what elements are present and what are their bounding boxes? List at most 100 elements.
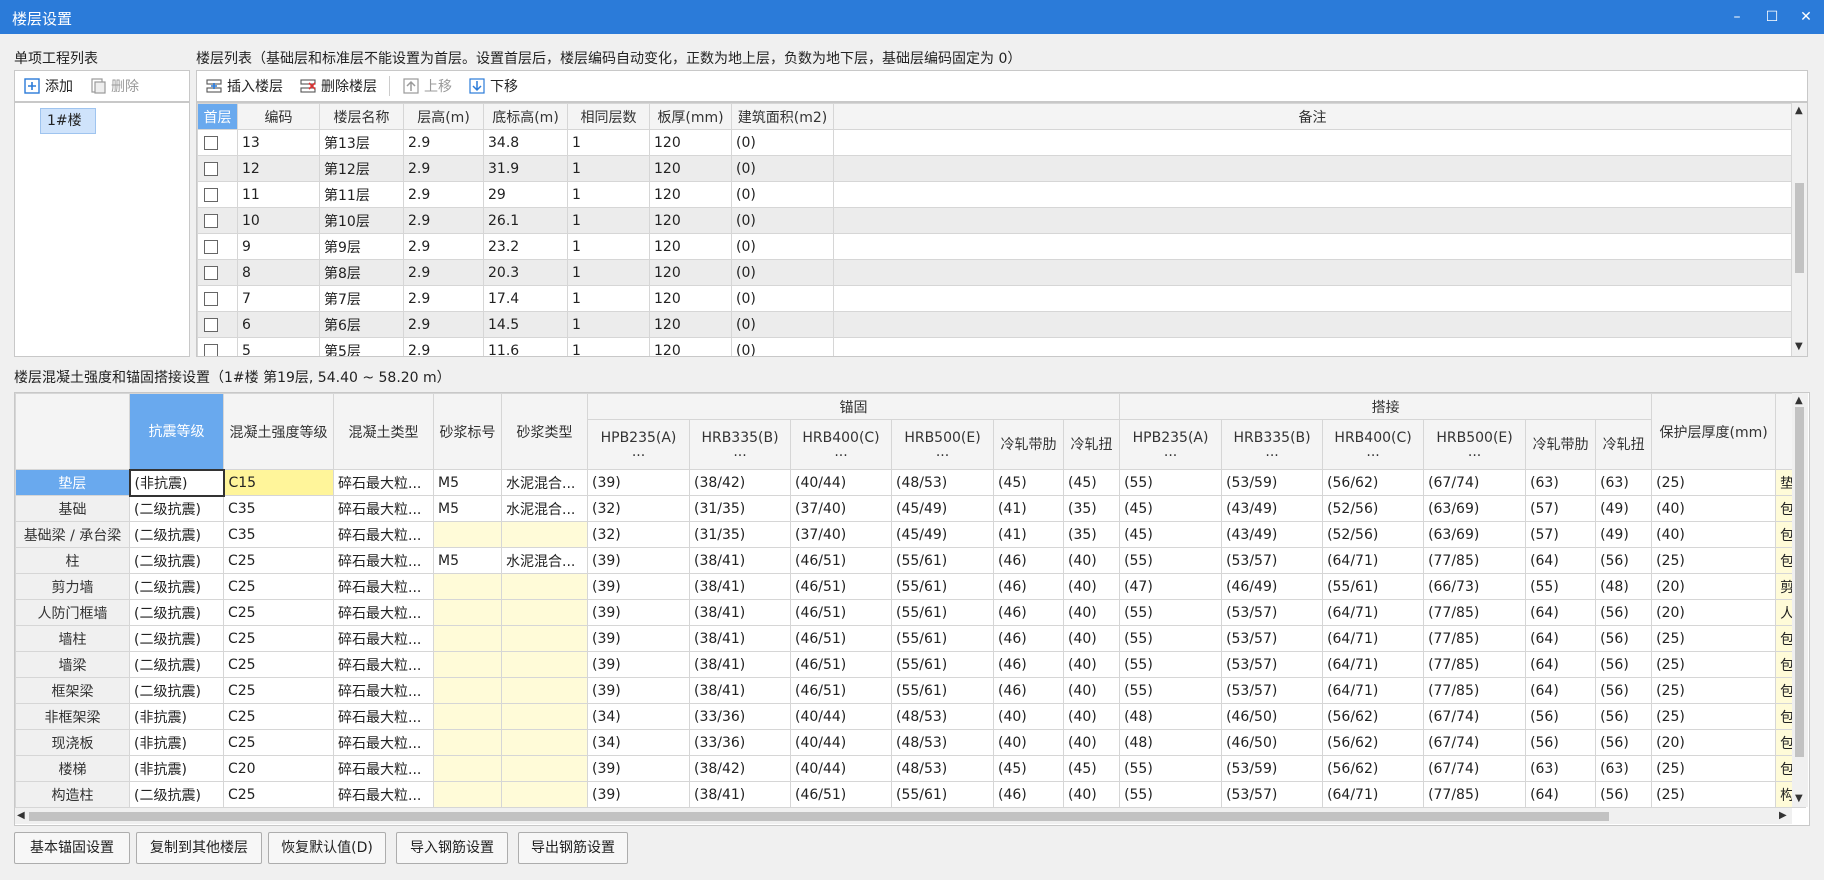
anchor-cell[interactable]: (二级抗震) <box>129 781 224 808</box>
component-name[interactable]: 基础梁 / 承台梁 <box>15 521 130 548</box>
component-name[interactable]: 构造柱 <box>15 781 130 808</box>
anchor-cell[interactable]: (47) <box>1119 573 1223 600</box>
anchor-cell[interactable]: (45) <box>1062 755 1121 782</box>
floor-cell[interactable]: 1 <box>567 259 650 286</box>
anchor-steel-col[interactable]: HRB400(C)... <box>790 419 892 470</box>
first-floor-checkbox-cell[interactable] <box>197 259 238 286</box>
anchor-cell[interactable] <box>501 599 588 626</box>
floor-cell[interactable]: 第6层 <box>319 311 404 338</box>
anchor-cell[interactable]: (55/61) <box>891 651 994 678</box>
anchor-cell[interactable]: C25 <box>223 599 334 626</box>
floor-cell[interactable]: 14.5 <box>483 311 568 338</box>
floor-cell[interactable]: 2.9 <box>403 259 484 286</box>
col-seismic-grade[interactable]: 抗震等级 <box>129 393 224 470</box>
floor-cell[interactable]: 31.9 <box>483 155 568 182</box>
anchor-cell[interactable] <box>501 677 588 704</box>
floor-cell[interactable] <box>833 181 1792 208</box>
anchor-steel-col[interactable]: HPB235(A)... <box>587 419 690 470</box>
anchor-cell[interactable]: (非抗震) <box>128 468 225 497</box>
col-area[interactable]: 建筑面积(m2) <box>731 103 834 130</box>
anchor-cell[interactable] <box>501 625 588 652</box>
anchor-cell[interactable]: C25 <box>223 729 334 756</box>
anchor-cell[interactable]: (45/49) <box>891 495 994 522</box>
anchor-cell[interactable] <box>433 521 502 548</box>
floor-cell[interactable]: 2.9 <box>403 181 484 208</box>
anchor-cell[interactable]: (56) <box>1595 729 1653 756</box>
anchor-cell[interactable]: (56) <box>1595 677 1653 704</box>
anchor-cell[interactable]: (38/41) <box>689 547 791 574</box>
component-name[interactable]: 剪力墙 <box>15 573 130 600</box>
anchor-row[interactable]: 基础梁 / 承台梁 (二级抗震) C35 碎石最大粒... (32) (31/35) (37… <box>15 521 1807 548</box>
anchor-cell[interactable]: (48) <box>1119 729 1223 756</box>
first-floor-checkbox[interactable] <box>204 239 218 254</box>
anchor-cell[interactable]: 碎石最大粒... <box>333 625 434 652</box>
floor-cell[interactable]: 1 <box>567 129 650 156</box>
floor-cell[interactable]: 第9层 <box>319 233 404 260</box>
anchor-cell[interactable]: (46) <box>993 625 1064 652</box>
anchor-cell[interactable]: (38/42) <box>689 469 791 496</box>
anchor-cell[interactable]: (43/49) <box>1221 495 1324 522</box>
anchor-cell[interactable]: (31/35) <box>689 495 791 522</box>
anchor-cell[interactable]: (45) <box>1119 521 1223 548</box>
anchor-cell[interactable]: (25) <box>1651 703 1777 730</box>
delete-project-button[interactable]: 删除 <box>81 73 147 99</box>
anchor-cell[interactable]: C25 <box>223 651 334 678</box>
anchor-cell[interactable]: (38/41) <box>689 599 791 626</box>
first-floor-checkbox-cell[interactable] <box>197 233 238 260</box>
anchor-cell[interactable]: C25 <box>223 547 334 574</box>
anchor-cell[interactable]: (64) <box>1525 599 1597 626</box>
anchor-cell[interactable] <box>433 755 502 782</box>
anchor-row[interactable]: 柱 (二级抗震) C25 碎石最大粒... M5 水泥混合... (39) (38/41) (4… <box>15 547 1807 574</box>
anchor-cell[interactable]: (64/71) <box>1322 599 1425 626</box>
anchor-cell[interactable]: 碎石最大粒... <box>333 495 434 522</box>
anchor-cell[interactable]: (57) <box>1525 521 1597 548</box>
floor-cell[interactable]: 120 <box>649 207 732 234</box>
anchor-cell[interactable]: (40) <box>1062 573 1121 600</box>
floor-row[interactable]: 5 第5层 2.9 11.6 1 120 (0) <box>197 337 1792 356</box>
floor-cell[interactable]: 13 <box>237 129 320 156</box>
anchor-cell[interactable]: (39) <box>587 469 690 496</box>
anchor-cell[interactable]: (46/51) <box>790 781 892 808</box>
floor-cell[interactable]: 1 <box>567 233 650 260</box>
anchor-cell[interactable]: (53/57) <box>1221 781 1324 808</box>
anchor-cell[interactable]: (49) <box>1595 521 1653 548</box>
anchor-cell[interactable]: (非抗震) <box>129 729 224 756</box>
anchor-cell[interactable]: (40) <box>1651 495 1777 522</box>
anchor-cell[interactable] <box>501 781 588 808</box>
anchor-cell[interactable]: (41) <box>993 521 1064 548</box>
anchor-cell[interactable] <box>501 755 588 782</box>
component-name[interactable]: 基础 <box>15 495 130 522</box>
anchor-cell[interactable]: (40) <box>993 729 1064 756</box>
anchor-cell[interactable]: (25) <box>1651 651 1777 678</box>
col-remark[interactable]: 备注 <box>833 103 1792 130</box>
anchor-cell[interactable] <box>433 651 502 678</box>
anchor-cell[interactable]: (40/44) <box>790 729 892 756</box>
anchor-cell[interactable]: (45) <box>1119 495 1223 522</box>
anchor-cell[interactable]: (77/85) <box>1423 651 1527 678</box>
floor-row[interactable]: 12 第12层 2.9 31.9 1 120 (0) <box>197 155 1792 182</box>
col-concrete-type[interactable]: 混凝土类型 <box>333 393 434 470</box>
anchor-cell[interactable]: (63/69) <box>1423 495 1527 522</box>
anchor-cell[interactable]: (64) <box>1525 781 1597 808</box>
anchor-cell[interactable]: (43/49) <box>1221 521 1324 548</box>
anchor-cell[interactable]: (40) <box>1062 625 1121 652</box>
anchor-cell[interactable]: (二级抗震) <box>129 573 224 600</box>
anchor-cell[interactable]: (53/59) <box>1221 469 1324 496</box>
col-bottom-elevation[interactable]: 底标高(m) <box>483 103 568 130</box>
export-rebar-settings-button[interactable]: 导出钢筋设置 <box>518 832 628 864</box>
floor-cell[interactable]: 第5层 <box>319 337 404 356</box>
anchor-cell[interactable]: (40/44) <box>790 703 892 730</box>
anchor-cell[interactable]: (40/44) <box>790 755 892 782</box>
floor-cell[interactable]: 1 <box>567 181 650 208</box>
anchor-cell[interactable]: (32) <box>587 521 690 548</box>
anchor-cell[interactable]: (46) <box>993 599 1064 626</box>
close-button[interactable]: ✕ <box>1792 4 1820 30</box>
anchor-cell[interactable]: (63) <box>1595 469 1653 496</box>
floor-cell[interactable]: 8 <box>237 259 320 286</box>
anchor-cell[interactable]: (56/62) <box>1322 703 1425 730</box>
anchor-row[interactable]: 构造柱 (二级抗震) C25 碎石最大粒... (39) (38/41) (46/51) (5… <box>15 781 1807 808</box>
anchor-cell[interactable]: (二级抗震) <box>129 599 224 626</box>
anchor-cell[interactable]: (38/41) <box>689 677 791 704</box>
anchor-hscrollbar[interactable]: ◀ ▶ <box>15 808 1792 824</box>
anchor-cell[interactable]: (56) <box>1525 703 1597 730</box>
